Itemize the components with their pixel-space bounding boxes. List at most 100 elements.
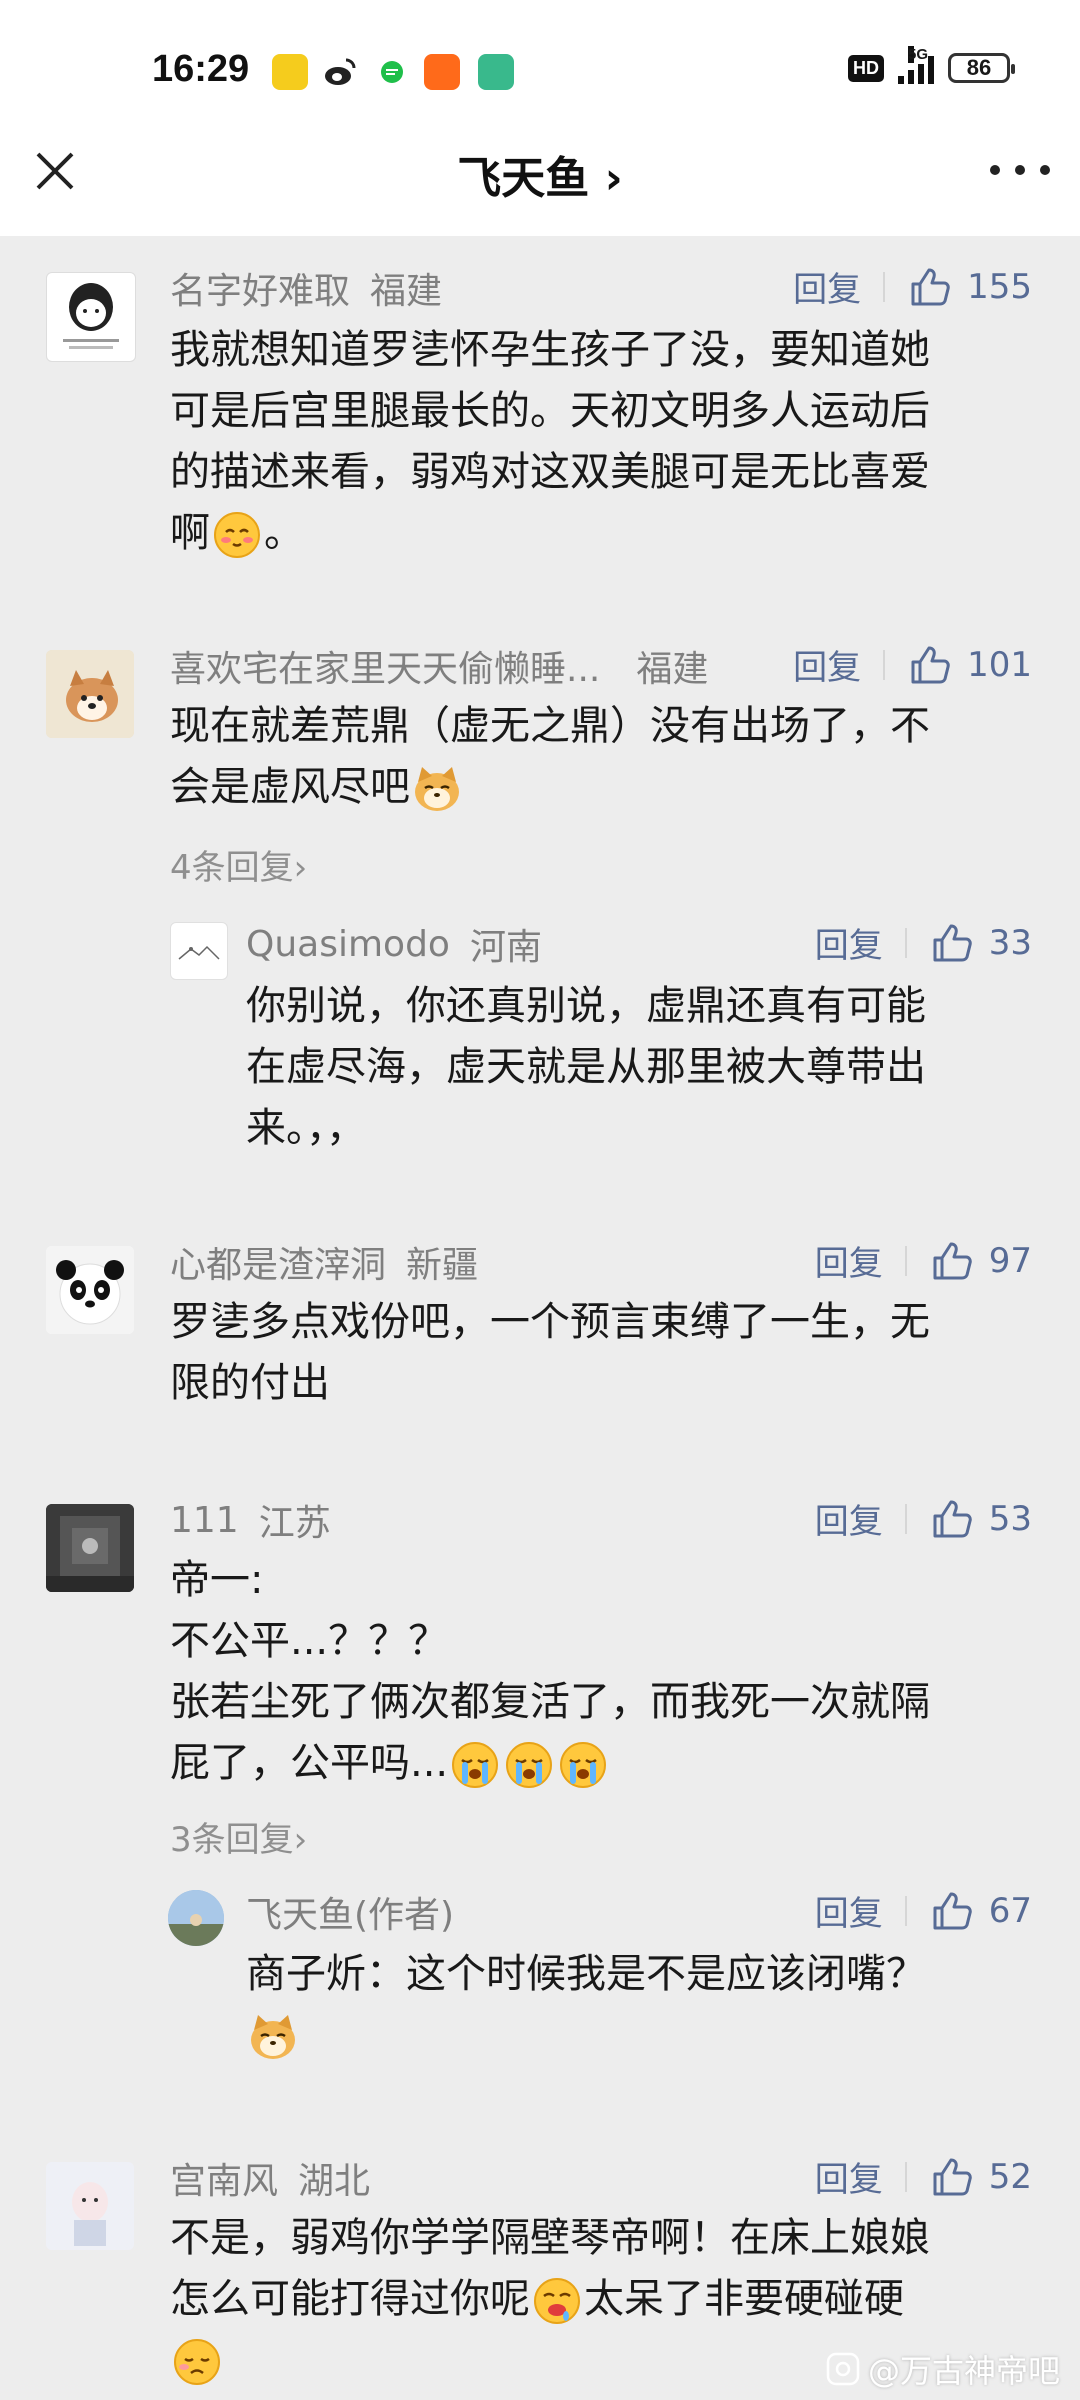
comment-actions: 回复 97: [815, 1236, 1032, 1285]
more-replies-link[interactable]: 4条回复›: [170, 840, 307, 889]
reply-button[interactable]: 回复: [815, 1886, 883, 1935]
comment-line: 可是后宫里腿最长的。天初文明多人运动后: [170, 388, 930, 434]
message-icon: [374, 54, 410, 90]
location: 福建: [370, 271, 443, 312]
reply-actions: 回复 67: [815, 1886, 1032, 1935]
thumbs-up-icon[interactable]: [929, 920, 975, 966]
thumbs-up-icon[interactable]: [929, 1496, 975, 1542]
comment-line: 商子炘：这个时候我是不是应该闭嘴？: [246, 1951, 926, 1997]
comment-actions: 回复 52: [815, 2152, 1032, 2201]
reply-actions: 回复 33: [815, 918, 1032, 967]
comment-actions: 回复 155: [793, 262, 1032, 311]
comment-line: 的描述来看，弱鸡对这双美腿可是无比喜爱: [170, 449, 930, 495]
reply-button[interactable]: 回复: [793, 640, 861, 689]
username[interactable]: 心都是渣滓洞: [170, 1236, 386, 1288]
thumbs-up-icon[interactable]: [929, 1888, 975, 1934]
avatar[interactable]: [46, 650, 134, 738]
comment-line: 你别说，你还真别说，虚鼎还真有可能: [246, 983, 926, 1029]
signal-icon: 5G: [898, 46, 934, 84]
username[interactable]: 111: [170, 1500, 239, 1541]
avatar[interactable]: [46, 2162, 134, 2250]
comment-actions: 回复 101: [793, 640, 1032, 689]
username[interactable]: Quasimodo: [246, 924, 450, 965]
like-count: 155: [967, 266, 1032, 307]
avatar[interactable]: [46, 272, 136, 362]
reply-button[interactable]: 回复: [815, 1494, 883, 1543]
comment-line: 现在就差荒鼎（虚无之鼎）没有出场了，不: [170, 703, 930, 749]
divider: [904, 1503, 907, 1534]
divider: [883, 271, 886, 302]
like-count: 53: [988, 1498, 1032, 1539]
username[interactable]: 飞天鱼(作者): [246, 1886, 454, 1938]
avatar[interactable]: [168, 1890, 224, 1946]
comment-actions: 回复 53: [815, 1494, 1032, 1543]
comment-meta: 喜欢宅在家里天天偷懒睡... 福建: [170, 640, 708, 692]
taobao-icon: [424, 54, 460, 90]
thumbs-up-icon[interactable]: [929, 1238, 975, 1284]
tieba-logo-icon: [826, 2352, 860, 2386]
comment-line: 在虚尽海，虚天就是从那里被大尊带出: [246, 1044, 926, 1090]
comment-line: 不公平...？？？: [170, 1618, 449, 1664]
nav-bar: 飞天鱼 ›: [0, 120, 1080, 236]
comment-line: 张若尘死了俩次都复活了，而我死一次就隔: [170, 1679, 930, 1725]
avatar[interactable]: [46, 1504, 134, 1592]
comment-fragment: 怎么可能打得过你呢: [170, 2276, 530, 2322]
reply-text: 商子炘：这个时候我是不是应该闭嘴？: [246, 1944, 1046, 2066]
comment-line: 不是，弱鸡你学学隔壁琴帝啊！在床上娘娘: [170, 2215, 930, 2261]
comment-fragment: 屁了，公平吗...: [170, 1740, 449, 1786]
reply-button[interactable]: 回复: [815, 2152, 883, 2201]
comment-line: 来。，，: [246, 1105, 366, 1151]
weibo-icon: [322, 54, 358, 90]
username[interactable]: 宫南风: [170, 2152, 278, 2204]
comment-line: [246, 2005, 1046, 2066]
comment-meta: 名字好难取 福建: [170, 262, 442, 314]
avatar[interactable]: [46, 1246, 134, 1334]
location: 河南: [469, 927, 542, 968]
reply-button[interactable]: 回复: [815, 1236, 883, 1285]
divider: [904, 927, 907, 958]
thumbs-up-icon[interactable]: [907, 264, 953, 310]
comment-meta: 宫南风 湖北: [170, 2152, 370, 2204]
comment-line: 会是虚风尽吧: [170, 757, 1040, 818]
shy-emoji-icon: [214, 512, 260, 558]
page-title[interactable]: 飞天鱼 ›: [0, 142, 1080, 206]
comment-line: 罗乼多点戏份吧，一个预言束缚了一生，无: [170, 1299, 930, 1345]
status-right: HD 5G 86: [848, 46, 1015, 84]
username[interactable]: 名字好难取: [170, 262, 350, 314]
comment-text: 现在就差荒鼎（虚无之鼎）没有出场了，不 会是虚风尽吧: [170, 696, 1040, 818]
reply-button[interactable]: 回复: [815, 918, 883, 967]
divider: [883, 649, 886, 680]
reply-text: 你别说，你还真别说，虚鼎还真有可能 在虚尽海，虚天就是从那里被大尊带出 来。，，: [246, 976, 1046, 1159]
drooling-emoji-icon: [534, 2278, 580, 2324]
crying-emoji-icon: [560, 1742, 607, 1788]
comment-fragment: 太呆了非要硬碰硬: [584, 2276, 904, 2322]
comment-line: 限的付出: [170, 1360, 330, 1406]
battery-icon: 86: [948, 53, 1015, 83]
reply-button[interactable]: 回复: [793, 262, 861, 311]
status-bar: 16:29 HD 5G 86: [0, 0, 1080, 140]
avatar[interactable]: [170, 922, 228, 980]
comment-line: 怎么可能打得过你呢 太呆了非要硬碰硬: [170, 2269, 1040, 2330]
like-count: 101: [967, 644, 1032, 685]
thumbs-up-icon[interactable]: [907, 642, 953, 688]
network-type: 5G: [908, 46, 929, 63]
battery-level: 86: [966, 55, 992, 80]
comment-line: 屁了，公平吗...: [170, 1733, 1040, 1794]
like-count: 67: [988, 1890, 1032, 1931]
comment-fragment: 会是虚风尽吧: [170, 764, 410, 810]
comment-line: 我就想知道罗乼怀孕生孩子了没，要知道她: [170, 327, 930, 373]
more-replies-link[interactable]: 3条回复›: [170, 1812, 307, 1861]
sad-emoji-icon: [174, 2339, 220, 2385]
comment-meta: 111 江苏: [170, 1494, 331, 1546]
more-options-icon[interactable]: [990, 150, 1050, 190]
reply-meta: 飞天鱼(作者): [246, 1886, 454, 1938]
username[interactable]: 喜欢宅在家里天天偷懒睡...: [170, 640, 600, 692]
divider: [904, 2161, 907, 2192]
location: 江苏: [258, 1503, 331, 1544]
comment-line: 啊。: [170, 503, 1040, 564]
wallet-icon: [478, 54, 514, 90]
like-count: 52: [988, 2156, 1032, 2197]
crying-emoji-icon: [506, 1742, 553, 1788]
doge-emoji-icon: [251, 2015, 295, 2059]
thumbs-up-icon[interactable]: [929, 2154, 975, 2200]
